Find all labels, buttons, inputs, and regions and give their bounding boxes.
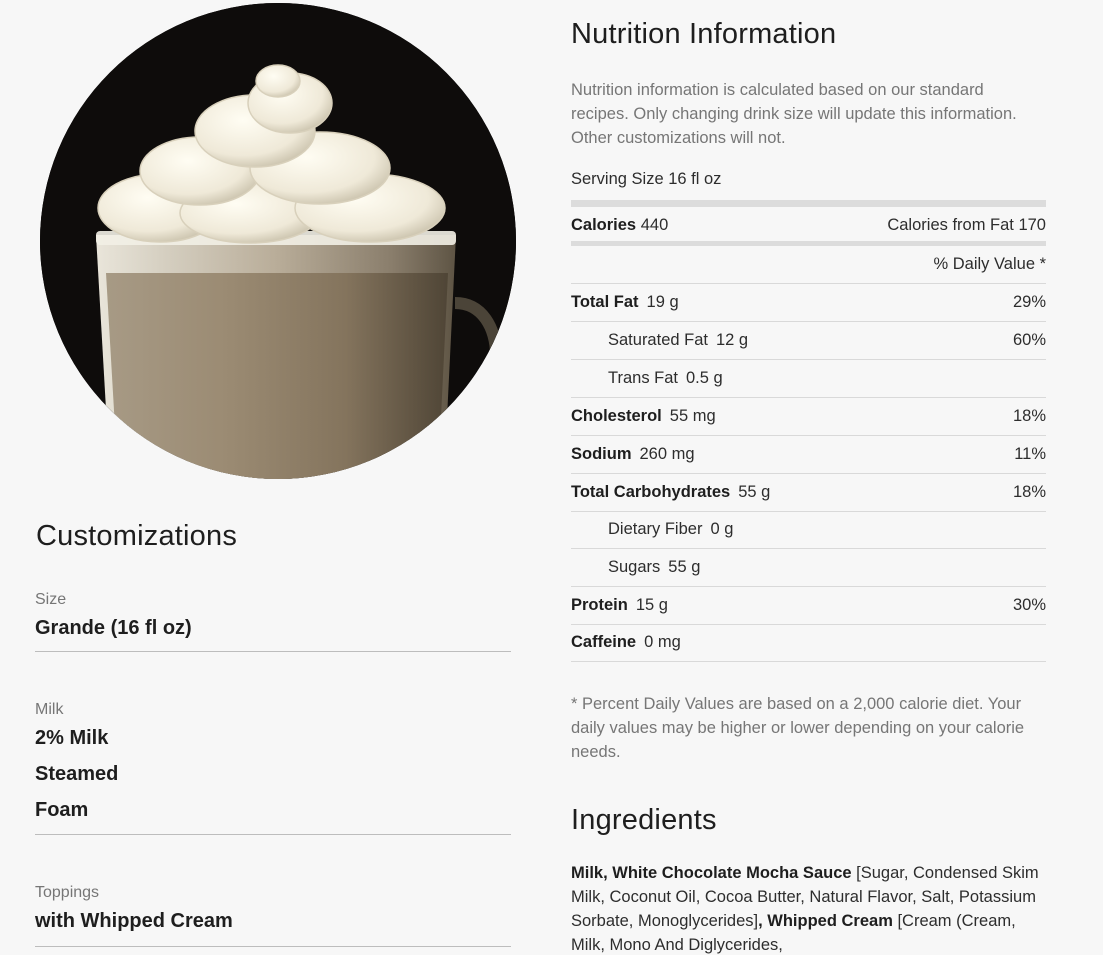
- nutrition-description: Nutrition information is calculated base…: [571, 81, 1017, 147]
- nutrient-row-sodium: Sodium 260 mg 11%: [571, 436, 1046, 474]
- size-label: Size: [35, 591, 67, 608]
- nutrient-amount: 0.5 g: [686, 369, 723, 387]
- nutrition-heading: Nutrition Information: [571, 18, 837, 50]
- nutrient-amount: 12 g: [715, 331, 749, 349]
- nutrient-label: Sodium: [571, 445, 632, 463]
- nutrient-row-total-carbohydrates: Total Carbohydrates 55 g 18%: [571, 474, 1046, 512]
- customizations-heading: Customizations: [36, 520, 238, 552]
- calories-from-fat: Calories from Fat 170: [887, 215, 1046, 234]
- nutrient-label: Sugars: [608, 558, 661, 576]
- product-image: [40, 3, 516, 479]
- nutrient-row-caffeine: Caffeine 0 mg: [571, 624, 1046, 662]
- nutrient-row-sugars: Sugars 55 g: [571, 549, 1046, 587]
- calories-value: 440: [640, 215, 669, 234]
- nutrient-label: Caffeine: [571, 633, 637, 651]
- toppings-value: with Whipped Cream: [35, 910, 233, 932]
- nutrient-amount: 15 g: [635, 596, 668, 614]
- nutrient-label: Total Carbohydrates: [571, 483, 731, 501]
- customization-toppings[interactable]: Toppings with Whipped Cream: [35, 883, 511, 947]
- nutrient-amount: 55 g: [738, 483, 771, 501]
- nutrient-dv: 18%: [1012, 483, 1046, 501]
- nutrient-row-protein: Protein 15 g 30%: [571, 587, 1046, 625]
- calories-row: Calories 440 Calories from Fat 170: [571, 206, 1046, 244]
- ingredients-text: Milk, White Chocolate Mocha Sauce [Sugar…: [571, 861, 1046, 955]
- nutrient-amount: 0 g: [710, 520, 734, 538]
- serving-size: Serving Size 16 fl oz: [571, 170, 722, 188]
- customization-milk[interactable]: Milk 2% Milk Steamed Foam: [35, 700, 511, 835]
- nutrient-amount: 55 mg: [669, 407, 716, 425]
- milk-value-3: Foam: [35, 799, 89, 821]
- nutrient-dv: 60%: [1012, 331, 1046, 349]
- milk-value-2: Steamed: [35, 763, 119, 785]
- nutrient-dv: 30%: [1012, 596, 1046, 614]
- nutrient-amount: 260 mg: [639, 445, 695, 463]
- nutrient-label: Trans Fat: [608, 369, 678, 387]
- nutrient-label: Cholesterol: [571, 407, 662, 425]
- ingredients-heading: Ingredients: [571, 804, 717, 836]
- daily-value-footnote: * Percent Daily Values are based on a 2,…: [571, 695, 1025, 761]
- nutrient-amount: 19 g: [646, 293, 679, 311]
- daily-value-header-row: % Daily Value *: [571, 246, 1046, 284]
- nutrient-row-total-fat: Total Fat 19 g 29%: [571, 284, 1046, 322]
- daily-value-header: % Daily Value *: [933, 255, 1047, 273]
- size-value: Grande (16 fl oz): [35, 617, 192, 639]
- nutrient-label: Saturated Fat: [608, 331, 708, 349]
- ingredient-name: Milk, White Chocolate Mocha Sauce: [571, 864, 852, 882]
- nutrient-row-dietary-fiber: Dietary Fiber 0 g: [571, 511, 1046, 549]
- customization-size[interactable]: Size Grande (16 fl oz): [35, 590, 511, 652]
- nutrient-row-cholesterol: Cholesterol 55 mg 18%: [571, 398, 1046, 436]
- nutrient-row-trans-fat: Trans Fat 0.5 g: [571, 360, 1046, 398]
- toppings-label: Toppings: [35, 884, 100, 901]
- milk-value-1: 2% Milk: [35, 727, 109, 749]
- nutrient-dv: 11%: [1014, 445, 1046, 463]
- drink-illustration: [40, 3, 516, 479]
- nutrient-label: Total Fat: [571, 293, 639, 311]
- nutrient-label: Dietary Fiber: [608, 520, 703, 538]
- calories-label: Calories: [571, 215, 637, 234]
- nutrient-label: Protein: [571, 596, 628, 614]
- nutrient-dv: 29%: [1012, 293, 1046, 311]
- nutrient-amount: 0 mg: [644, 633, 681, 651]
- ingredient-name: , Whipped Cream: [758, 912, 893, 930]
- nutrient-row-saturated-fat: Saturated Fat 12 g 60%: [571, 322, 1046, 360]
- nutrient-amount: 55 g: [668, 558, 701, 576]
- nutrient-dv: 18%: [1012, 407, 1046, 425]
- milk-label: Milk: [35, 701, 64, 718]
